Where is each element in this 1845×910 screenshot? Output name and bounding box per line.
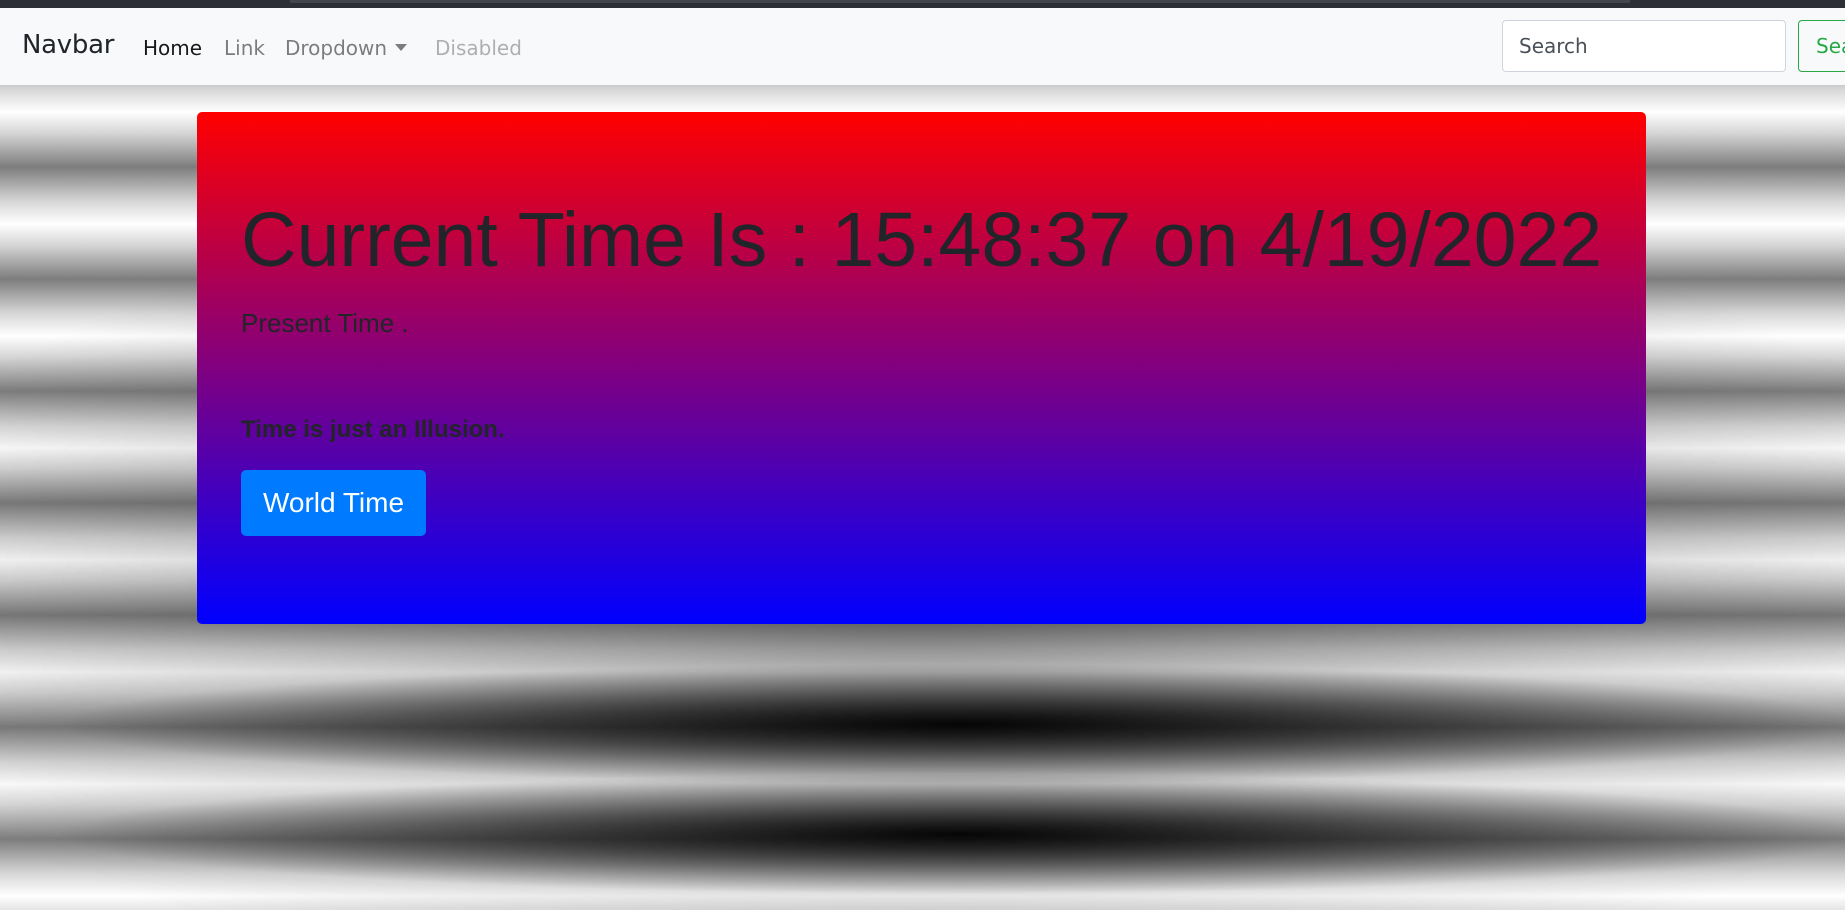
search-button[interactable]: Search — [1798, 20, 1845, 72]
nav-item-link[interactable]: Link — [224, 36, 265, 60]
lead-text: Present Time . — [241, 308, 409, 338]
browser-top-strip — [0, 0, 1845, 8]
world-time-button[interactable]: World Time — [241, 470, 426, 536]
jumbotron: Current Time Is : 15:48:37 on 4/19/2022 … — [197, 112, 1646, 624]
nav-item-dropdown[interactable]: Dropdown — [285, 36, 408, 60]
nav-item-home[interactable]: Home — [143, 36, 202, 60]
quote-text: Time is just an Illusion. — [241, 416, 505, 443]
navbar: Navbar Home Link Dropdown Disabled Searc… — [0, 8, 1845, 85]
navbar-brand[interactable]: Navbar — [22, 30, 114, 60]
nav-item-dropdown-label: Dropdown — [285, 36, 388, 60]
browser-tab-strip — [290, 0, 1630, 3]
caret-down-icon — [395, 44, 408, 51]
current-time-heading: Current Time Is : 15:48:37 on 4/19/2022 — [241, 197, 1603, 283]
search-input[interactable] — [1502, 20, 1786, 72]
nav-item-disabled: Disabled — [435, 36, 522, 60]
